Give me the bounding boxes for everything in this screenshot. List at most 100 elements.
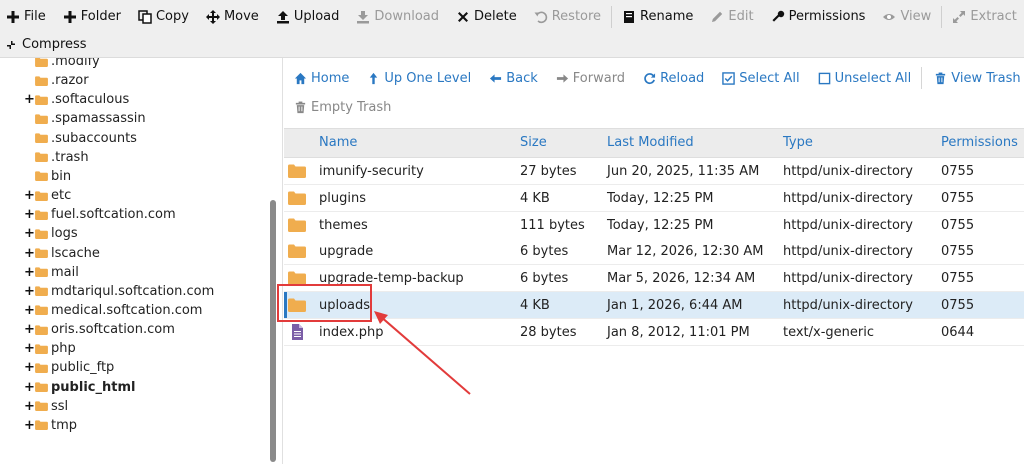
tree-item-label: .modify [51, 58, 100, 69]
plus-icon [6, 10, 20, 24]
tree-item-mdtariqul-softcation-com[interactable]: + mdtariqul.softcation.com [24, 282, 214, 301]
restore-button[interactable]: Restore [530, 4, 605, 30]
tree-item-label: .subaccounts [51, 130, 137, 146]
column-header-type[interactable]: Type [783, 135, 813, 150]
edit-icon [710, 10, 724, 24]
tree-expander-plus-icon[interactable]: + [24, 247, 35, 260]
tree-item-public-html[interactable]: + public_html [24, 378, 135, 397]
tree-expander-plus-icon[interactable]: + [24, 419, 35, 432]
toolbar-button-label: Restore [551, 9, 602, 24]
toolbar-button-label: View [900, 9, 932, 24]
cell-type: httpd/unix-directory [783, 217, 913, 233]
upload-button[interactable]: Upload [272, 4, 344, 30]
toolbar-button-label: Rename [640, 9, 694, 24]
unselect-all-button[interactable]: Unselect All [814, 71, 916, 86]
upload-icon [276, 10, 290, 24]
cell-name[interactable]: upgrade [319, 244, 373, 259]
tree-item-softaculous[interactable]: + .softaculous [24, 90, 129, 109]
tree-item-mail[interactable]: + mail [24, 263, 79, 282]
tree-item-bin[interactable]: bin [35, 167, 71, 186]
column-header-permissions[interactable]: Permissions [941, 135, 1018, 150]
delete-button[interactable]: Delete [452, 4, 521, 30]
folder-icon [35, 152, 48, 163]
permissions-button[interactable]: Permissions [767, 4, 870, 30]
column-header-name[interactable]: Name [319, 135, 357, 150]
tree-item-modify[interactable]: .modify [35, 58, 100, 71]
cell-modified: Mar 12, 2026, 12:30 AM [607, 244, 764, 260]
tree-expander-plus-icon[interactable]: + [24, 208, 35, 221]
table-row[interactable]: plugins 4 KB Today, 12:25 PM httpd/unix-dir… [284, 184, 1024, 212]
tree-item-medical-softcation-com[interactable]: + medical.softcation.com [24, 301, 202, 320]
annotation-arrow-icon [374, 311, 471, 395]
table-row[interactable]: upgrade 6 bytes Mar 12, 2026, 12:30 AM http… [284, 238, 1024, 266]
cell-name[interactable]: plugins [319, 191, 366, 206]
move-icon [205, 9, 220, 24]
column-header-last-modified[interactable]: Last Modified [607, 135, 694, 150]
tree-expander-plus-icon[interactable]: + [24, 93, 35, 106]
tree-item-lscache[interactable]: + lscache [24, 244, 100, 263]
table-row[interactable]: imunify-security 27 bytes Jun 20, 2025, 11… [284, 158, 1024, 185]
tree-expander-plus-icon[interactable]: + [24, 189, 35, 202]
cell-perms: 0755 [941, 217, 975, 233]
tree-expander-plus-icon[interactable]: + [24, 266, 35, 279]
tree-item-razor[interactable]: .razor [35, 71, 89, 90]
tree-item-trash[interactable]: .trash [35, 148, 89, 167]
select-all-button[interactable]: Select All [718, 71, 803, 86]
file-button[interactable]: File [2, 4, 50, 30]
tree-item-php[interactable]: + php [24, 339, 76, 358]
folder-button[interactable]: Folder [59, 4, 125, 30]
column-header-size[interactable]: Size [520, 135, 547, 150]
edit-button[interactable]: Edit [706, 4, 757, 30]
tree-item-spamassassin[interactable]: .spamassassin [35, 109, 146, 128]
tree-expander-plus-icon[interactable]: + [24, 227, 35, 240]
tree-expander-plus-icon[interactable]: + [24, 285, 35, 298]
nav-button-label: Home [311, 70, 350, 86]
checked-box-icon [722, 71, 736, 85]
view-button[interactable]: View [878, 4, 935, 30]
reload-button[interactable]: Reload [639, 71, 708, 86]
extract-button[interactable]: Extract [948, 4, 1021, 30]
copy-icon [138, 9, 152, 24]
rename-button[interactable]: Rename [618, 4, 697, 30]
forward-button[interactable]: Forward [552, 71, 629, 86]
move-button[interactable]: Move [202, 4, 263, 30]
download-button[interactable]: Download [352, 4, 443, 30]
up-one-level-button[interactable]: Up One Level [363, 71, 475, 86]
view-trash-button[interactable]: View Trash [930, 71, 1024, 86]
folder-icon [35, 114, 48, 124]
tree-item-etc[interactable]: + etc [24, 186, 71, 205]
tree-expander-plus-icon[interactable]: + [24, 323, 35, 336]
tree-item-subaccounts[interactable]: .subaccounts [35, 129, 137, 148]
nav-button-label: Reload [660, 70, 705, 86]
tree-item-oris-softcation-com[interactable]: + oris.softcation.com [24, 320, 175, 339]
forward-arrow-icon [556, 72, 569, 85]
compress-button[interactable]: Compress [0, 32, 91, 58]
tree-scrollbar[interactable] [270, 200, 276, 462]
tree-expander-plus-icon[interactable]: + [24, 361, 35, 374]
home-button[interactable]: Home [290, 71, 353, 86]
cell-name[interactable]: imunify-security [319, 164, 424, 179]
tree-expander-plus-icon[interactable]: + [24, 342, 35, 355]
folder-icon [288, 218, 306, 232]
delete-icon [456, 10, 470, 24]
cell-perms: 0755 [941, 244, 975, 260]
tree-item-label: etc [51, 188, 72, 204]
tree-item-fuel-softcation-com[interactable]: + fuel.softcation.com [24, 205, 176, 224]
copy-button[interactable]: Copy [134, 4, 193, 30]
toolbar-button-label: Permissions [788, 9, 866, 24]
tree-item-tmp[interactable]: + tmp [24, 416, 77, 435]
tree-item-label: php [51, 341, 76, 357]
tree-expander-plus-icon[interactable]: + [24, 400, 35, 413]
empty-trash-button[interactable]: Empty Trash [290, 100, 395, 115]
folder-icon [35, 229, 48, 239]
tree-item-ssl[interactable]: + ssl [24, 397, 68, 416]
table-row[interactable]: themes 111 bytes Today, 12:25 PM httpd/unix… [284, 211, 1024, 239]
tree-item-logs[interactable]: + logs [24, 224, 78, 243]
table-row[interactable]: upgrade-temp-backup 6 bytes Mar 5, 2026, 1… [284, 265, 1024, 293]
cell-name[interactable]: themes [319, 218, 368, 233]
tree-expander-plus-icon[interactable]: + [24, 381, 35, 394]
tree-expander-plus-icon[interactable]: + [24, 304, 35, 317]
nav-button-label: Empty Trash [311, 99, 392, 115]
tree-item-public-ftp[interactable]: + public_ftp [24, 358, 114, 377]
back-button[interactable]: Back [485, 71, 542, 86]
